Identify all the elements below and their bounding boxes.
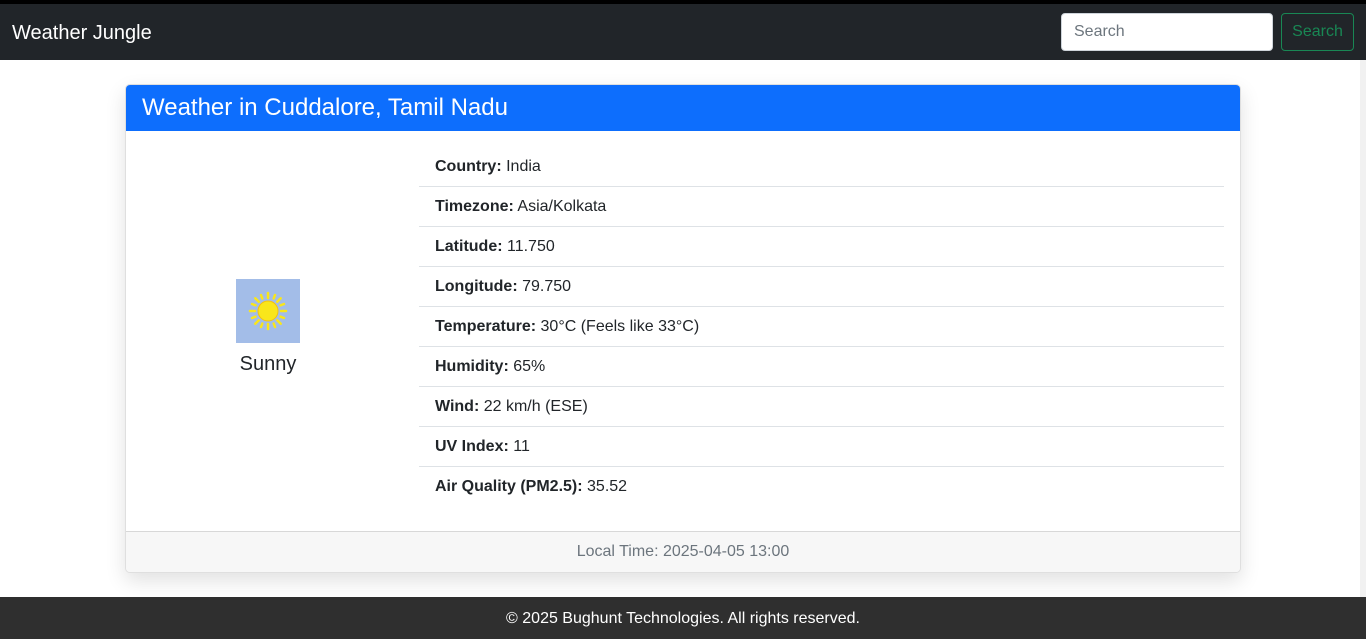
detail-label: Latitude: — [435, 238, 503, 255]
scrollbar[interactable] — [1360, 60, 1366, 607]
search-button[interactable]: Search — [1281, 13, 1354, 51]
detail-value: 22 km/h (ESE) — [483, 398, 588, 415]
search-input[interactable] — [1061, 13, 1273, 51]
brand-logo[interactable]: Weather Jungle — [12, 21, 152, 45]
detail-label: Humidity: — [435, 358, 509, 375]
detail-value: 65% — [513, 358, 546, 375]
detail-label: UV Index: — [435, 438, 509, 455]
weather-condition: Sunny — [239, 353, 297, 375]
page-footer: © 2025 Bughunt Technologies. All rights … — [0, 597, 1366, 639]
detail-country: Country: India — [419, 147, 1224, 187]
detail-temperature: Temperature: 30°C (Feels like 33°C) — [419, 307, 1224, 347]
card-header: Weather in Cuddalore, Tamil Nadu — [126, 85, 1240, 131]
detail-label: Timezone: — [435, 198, 514, 215]
details-list: Country: India Timezone: Asia/Kolkata La… — [419, 147, 1224, 507]
detail-label: Temperature: — [435, 318, 537, 335]
weather-card: Weather in Cuddalore, Tamil Nadu Sunny C… — [125, 84, 1241, 573]
detail-value: Asia/Kolkata — [517, 198, 607, 215]
detail-value: 11 — [513, 438, 530, 455]
detail-longitude: Longitude: 79.750 — [419, 267, 1224, 307]
detail-timezone: Timezone: Asia/Kolkata — [419, 187, 1224, 227]
detail-value: 11.750 — [507, 238, 555, 255]
weather-icon-container — [236, 279, 300, 343]
detail-wind: Wind: 22 km/h (ESE) — [419, 387, 1224, 427]
local-time: Local Time: 2025-04-05 13:00 — [126, 531, 1240, 572]
detail-value: 79.750 — [522, 278, 572, 295]
detail-value: 35.52 — [587, 478, 628, 495]
navbar: Weather Jungle Search — [0, 4, 1366, 60]
detail-air-quality: Air Quality (PM2.5): 35.52 — [419, 467, 1224, 507]
detail-latitude: Latitude: 11.750 — [419, 227, 1224, 267]
detail-label: Country: — [435, 158, 502, 175]
detail-value: India — [506, 158, 541, 175]
detail-uv-index: UV Index: 11 — [419, 427, 1224, 467]
sun-icon — [248, 291, 288, 331]
copyright-text: © 2025 Bughunt Technologies. All rights … — [506, 610, 860, 627]
detail-label: Longitude: — [435, 278, 518, 295]
detail-value: 30°C (Feels like 33°C) — [540, 318, 700, 335]
detail-label: Wind: — [435, 398, 480, 415]
detail-humidity: Humidity: 65% — [419, 347, 1224, 387]
detail-label: Air Quality (PM2.5): — [435, 478, 583, 495]
